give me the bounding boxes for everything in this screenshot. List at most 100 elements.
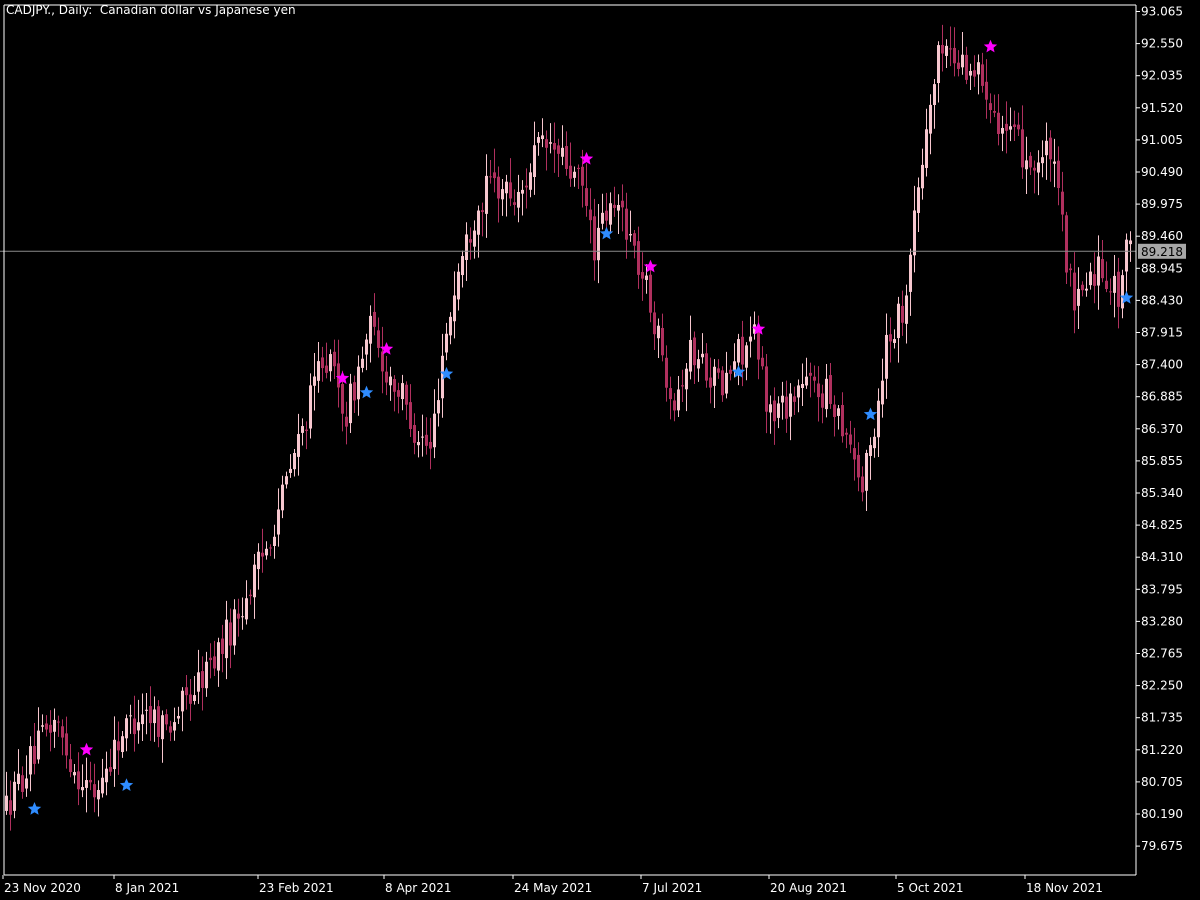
candle <box>229 608 232 669</box>
candle <box>957 50 960 77</box>
axes-layer: 93.065 92.550 92.035 91.520 91.005 90.490 89.9… <box>0 4 1186 895</box>
candle <box>1101 239 1104 283</box>
candle <box>745 342 748 381</box>
candle <box>481 202 484 237</box>
candle <box>921 148 924 200</box>
y-tick-label: 93.065 <box>1141 5 1183 19</box>
y-tick-label: 91.520 <box>1141 101 1183 115</box>
candle <box>637 226 640 289</box>
candle <box>885 313 888 399</box>
candle <box>601 193 604 230</box>
candle <box>305 421 308 450</box>
x-tick-label: 18 Nov 2021 <box>1026 881 1103 895</box>
candle <box>189 678 192 721</box>
candle <box>113 716 116 787</box>
candle <box>185 674 188 710</box>
candle <box>45 715 48 737</box>
candle <box>357 355 360 416</box>
candle <box>849 420 852 454</box>
candle <box>101 758 104 798</box>
candle <box>57 715 60 737</box>
candle <box>565 131 568 176</box>
candle <box>1089 262 1092 290</box>
candle <box>785 380 788 433</box>
candle <box>905 284 908 344</box>
price-chart[interactable]: 93.065 92.550 92.035 91.520 91.005 90.490 89.9… <box>0 0 1200 900</box>
candle <box>689 315 692 380</box>
candle <box>981 52 984 93</box>
candle <box>513 189 516 216</box>
candle <box>221 624 224 673</box>
candle <box>557 138 560 178</box>
candle <box>553 122 556 173</box>
candle <box>205 651 208 697</box>
candle <box>429 417 432 470</box>
candle <box>241 597 244 630</box>
candle <box>573 166 576 187</box>
candle <box>469 227 472 260</box>
y-tick-label: 86.370 <box>1141 422 1183 436</box>
candle <box>837 405 840 430</box>
candle <box>417 431 420 458</box>
candle <box>177 706 180 725</box>
candle <box>213 640 216 677</box>
candle <box>857 442 860 492</box>
candle <box>521 180 524 216</box>
candle <box>409 384 412 438</box>
candle <box>29 736 32 792</box>
candle <box>413 413 416 455</box>
candle <box>461 250 464 288</box>
candle <box>909 248 912 316</box>
candle <box>525 168 528 209</box>
candle <box>393 375 396 412</box>
candle <box>233 599 236 655</box>
candle <box>561 125 564 166</box>
buy-star-marker <box>599 226 614 240</box>
candle <box>1109 278 1112 305</box>
candle <box>293 449 296 477</box>
candle <box>273 524 276 559</box>
candle <box>1065 211 1068 285</box>
candle <box>533 121 536 195</box>
candle <box>945 39 948 69</box>
y-tick-label: 85.855 <box>1141 454 1183 468</box>
candle <box>761 346 764 370</box>
candle <box>145 693 148 735</box>
candles-layer <box>5 24 1132 831</box>
candle <box>261 528 264 573</box>
candle <box>597 203 600 284</box>
candle <box>593 198 596 281</box>
sell-star-marker <box>79 742 94 756</box>
candle <box>277 488 280 547</box>
candle <box>1097 235 1100 310</box>
candle <box>61 719 64 756</box>
y-tick-label: 79.675 <box>1141 839 1183 853</box>
y-tick-label: 92.550 <box>1141 37 1183 51</box>
candle <box>425 417 428 455</box>
candle <box>1121 269 1124 319</box>
candle <box>653 301 656 351</box>
y-tick-label: 84.825 <box>1141 518 1183 532</box>
candle <box>1053 138 1056 188</box>
candle <box>589 188 592 244</box>
candle <box>1045 122 1048 180</box>
candle <box>713 359 716 409</box>
y-tick-label: 83.795 <box>1141 582 1183 596</box>
candle <box>457 263 460 311</box>
candle <box>913 185 916 273</box>
candle <box>253 554 256 619</box>
candle <box>893 329 896 349</box>
candle <box>693 331 696 385</box>
candle <box>65 716 68 769</box>
candle <box>449 312 452 345</box>
candle <box>165 709 168 731</box>
candle <box>737 333 740 386</box>
candle <box>829 362 832 409</box>
candle <box>265 541 268 560</box>
candle <box>841 392 844 443</box>
candle <box>697 349 700 382</box>
candle <box>21 766 24 799</box>
candle <box>1033 160 1036 194</box>
candle <box>285 471 288 489</box>
y-tick-label: 89.975 <box>1141 197 1183 211</box>
